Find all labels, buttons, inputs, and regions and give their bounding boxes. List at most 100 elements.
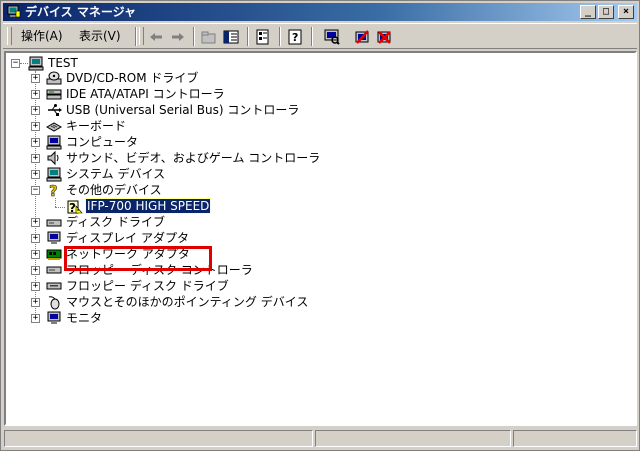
tree-item-label: USB (Universal Serial Bus) コントローラ — [66, 103, 300, 117]
computer-icon — [46, 135, 62, 150]
expand-mouse[interactable]: + — [31, 298, 40, 307]
expand-usb[interactable]: + — [31, 106, 40, 115]
tree-item-label: IDE ATA/ATAPI コントローラ — [66, 87, 225, 101]
system-icon — [46, 167, 62, 182]
title-bar[interactable]: デバイス マネージャ _ □ × — [3, 3, 637, 21]
computer-icon — [28, 56, 44, 71]
tree-item-label: コンピュータ — [66, 135, 139, 149]
tree-item-display[interactable]: ディスプレイ アダプタ — [46, 230, 190, 246]
status-pane — [513, 430, 637, 447]
toolbar-separator — [247, 27, 249, 46]
back-arrow-icon[interactable] — [147, 28, 165, 45]
properties-icon[interactable] — [254, 28, 272, 45]
expand-dvd-cdrom[interactable]: + — [31, 74, 40, 83]
keyboard-icon — [46, 122, 62, 132]
tree-item-usb[interactable]: USB (Universal Serial Bus) コントローラ — [46, 102, 300, 118]
svg-text:?: ? — [292, 31, 298, 44]
tree-item-label: IFP-700 HIGH SPEED — [84, 198, 212, 214]
network-icon — [46, 249, 62, 260]
disk-icon — [46, 219, 62, 227]
tree-item-sound[interactable]: サウンド、ビデオ、およびゲーム コントローラ — [46, 150, 321, 166]
highlight-annotation-box — [64, 246, 212, 271]
expand-system[interactable]: + — [31, 170, 40, 179]
expand-ide[interactable]: + — [31, 90, 40, 99]
forward-arrow-icon[interactable] — [169, 28, 187, 45]
tree-item-ide-controller[interactable]: IDE ATA/ATAPI コントローラ — [46, 86, 226, 102]
device-manager-window: デバイス マネージャ _ □ × 操作(A) 表示(V) ? − TEST + … — [0, 0, 640, 451]
tree-item-label: システム デバイス — [66, 167, 166, 181]
status-pane — [315, 430, 511, 447]
unknown-device-icon: ? — [49, 182, 58, 198]
tree-item-other-devices[interactable]: ? その他のデバイス — [46, 182, 163, 198]
tree-item-system[interactable]: システム デバイス — [46, 166, 166, 182]
unknown-device-warning-icon: ? — [67, 200, 83, 214]
svg-text:?: ? — [69, 201, 76, 214]
tree-item-disk-drive[interactable]: ディスク ドライブ — [46, 214, 166, 230]
cdrom-icon — [46, 71, 62, 85]
disable-device-icon[interactable] — [353, 28, 371, 45]
expand-display[interactable]: + — [31, 234, 40, 243]
expand-computer[interactable]: + — [31, 138, 40, 147]
collapse-other-devices[interactable]: − — [31, 186, 40, 195]
device-tree-pane[interactable]: − TEST + DVD/CD-ROM ドライブ + IDE ATA/ATAPI… — [4, 51, 637, 426]
uninstall-device-icon[interactable] — [375, 28, 393, 45]
scan-hardware-icon[interactable] — [323, 28, 341, 45]
maximize-button[interactable]: □ — [598, 5, 614, 19]
expand-floppy-controller[interactable]: + — [31, 266, 40, 275]
mouse-icon — [48, 296, 60, 310]
tree-connector — [20, 63, 28, 64]
monitor-icon — [47, 311, 61, 324]
tree-item-monitor[interactable]: モニタ — [46, 310, 103, 326]
tree-root[interactable]: TEST — [28, 55, 79, 71]
tree-connector — [55, 207, 65, 208]
close-button[interactable]: × — [618, 5, 634, 19]
toolbar-separator — [135, 27, 137, 46]
svg-text:?: ? — [49, 182, 58, 198]
tree-item-floppy-drive[interactable]: フロッピー ディスク ドライブ — [46, 278, 230, 294]
tree-item-label: サウンド、ビデオ、およびゲーム コントローラ — [66, 151, 321, 165]
expand-monitor[interactable]: + — [31, 314, 40, 323]
expand-sound[interactable]: + — [31, 154, 40, 163]
tree-item-keyboard[interactable]: キーボード — [46, 118, 127, 134]
toolbar-separator — [311, 27, 313, 46]
status-bar — [4, 430, 637, 448]
window-title: デバイス マネージャ — [25, 5, 136, 19]
expand-disk[interactable]: + — [31, 218, 40, 227]
tree-connector — [55, 198, 56, 207]
device-manager-icon — [7, 5, 21, 18]
show-hide-tree-icon[interactable] — [222, 28, 240, 45]
tree-root-label: TEST — [48, 56, 78, 70]
display-icon — [47, 231, 61, 244]
expand-network[interactable]: + — [31, 250, 40, 259]
floppy-icon — [46, 282, 62, 290]
tree-item-dvd-cdrom[interactable]: DVD/CD-ROM ドライブ — [46, 70, 199, 86]
tree-item-label: DVD/CD-ROM ドライブ — [66, 71, 199, 85]
minimize-button[interactable]: _ — [580, 5, 596, 19]
collapse-root-expander[interactable]: − — [11, 59, 20, 68]
status-pane — [4, 430, 313, 447]
tree-item-label: モニタ — [66, 311, 103, 325]
tree-item-computer[interactable]: コンピュータ — [46, 134, 139, 150]
menu-action[interactable]: 操作(A) — [17, 28, 67, 44]
expand-floppy-drive[interactable]: + — [31, 282, 40, 291]
tree-item-mouse[interactable]: マウスとそのほかのポインティング デバイス — [46, 294, 309, 310]
up-folder-icon[interactable] — [200, 28, 218, 45]
expand-keyboard[interactable]: + — [31, 122, 40, 131]
toolbar: 操作(A) 表示(V) ? — [3, 23, 637, 49]
help-icon[interactable]: ? — [286, 28, 304, 45]
tree-item-label: その他のデバイス — [66, 183, 162, 197]
tree-item-label: フロッピー ディスク ドライブ — [66, 279, 229, 293]
floppy-controller-icon — [46, 266, 62, 274]
toolbar-separator — [279, 27, 281, 46]
toolbar-grip[interactable] — [139, 27, 144, 45]
sound-icon — [47, 150, 59, 166]
toolbar-grip[interactable] — [7, 27, 12, 45]
tree-item-label: キーボード — [66, 119, 127, 133]
tree-item-label: マウスとそのほかのポインティング デバイス — [66, 295, 309, 309]
ide-controller-icon — [46, 89, 62, 100]
usb-icon — [48, 104, 62, 116]
tree-item-label: ディスク ドライブ — [66, 215, 165, 229]
toolbar-separator — [193, 27, 195, 46]
tree-item-ifp-700[interactable]: ? IFP-700 HIGH SPEED — [67, 198, 212, 214]
menu-view[interactable]: 表示(V) — [75, 28, 125, 44]
